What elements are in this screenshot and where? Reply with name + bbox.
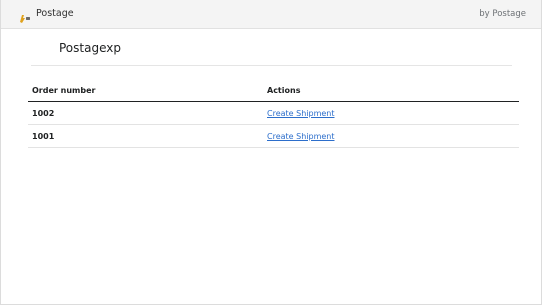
app-window: Postage by Postage Postagexp Order numbe… [0,0,542,305]
actions-cell: Create Shipment [263,101,519,125]
app-name: Postage [36,8,74,19]
create-shipment-link[interactable]: Create Shipment [267,132,335,141]
order-number-cell: 1001 [28,124,263,148]
by-line: by Postage [479,9,526,19]
create-shipment-link[interactable]: Create Shipment [267,109,335,118]
title-divider [31,65,512,66]
order-number-cell: 1002 [28,101,263,125]
table-row: 1002 Create Shipment [28,101,519,125]
column-header-actions: Actions [263,80,519,102]
orders-table: Order number Actions 1002 Create Shipmen… [28,80,519,148]
column-header-order-number: Order number [28,80,263,102]
brand: Postage [18,7,74,23]
table-row: 1001 Create Shipment [28,124,519,148]
table-header-row: Order number Actions [28,80,519,102]
top-bar: Postage by Postage [1,0,541,29]
page-title: Postagexp [59,41,121,55]
actions-cell: Create Shipment [263,124,519,148]
postage-logo-icon [18,9,31,23]
